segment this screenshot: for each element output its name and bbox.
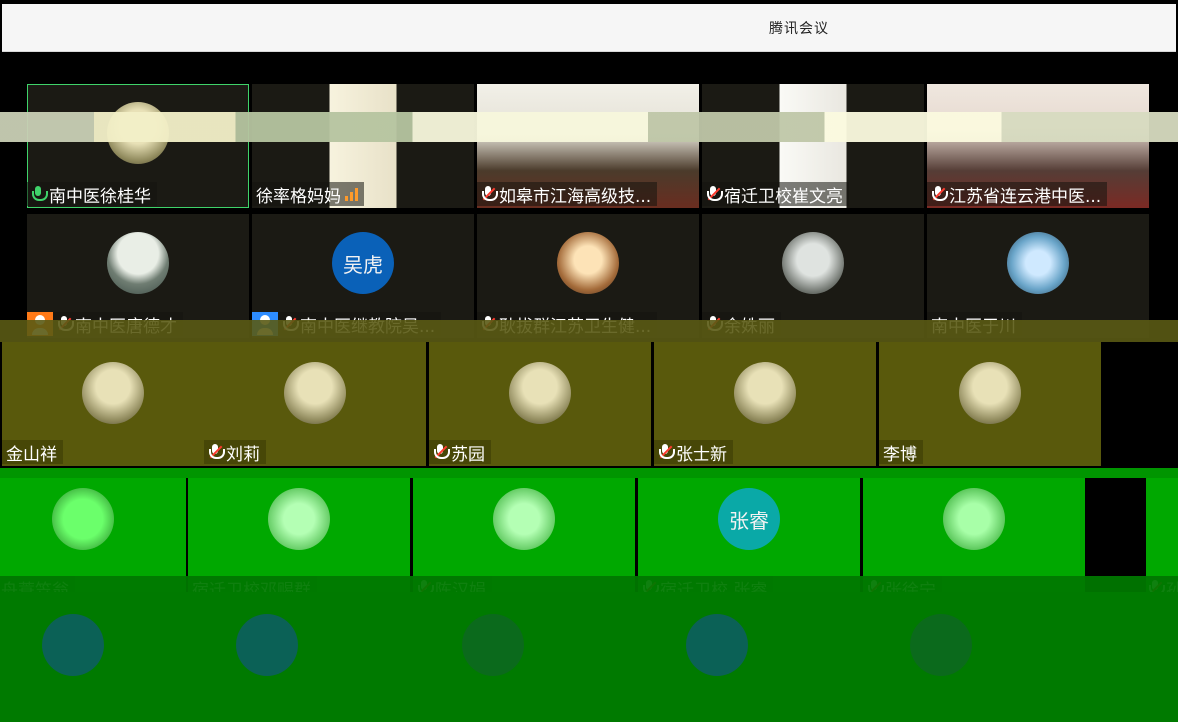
participant-namebar: 耿拔群江苏卫生健... bbox=[477, 312, 658, 337]
microphone-muted-icon bbox=[481, 316, 498, 332]
avatar: 吴虎 bbox=[332, 232, 394, 294]
participant-name: 苏园 bbox=[451, 444, 485, 465]
glitch-band bbox=[0, 468, 1178, 478]
participant-tile[interactable]: 宿迁卫校邓赐群 bbox=[188, 478, 410, 602]
participant-name: 南中医继教院吴... bbox=[300, 316, 436, 337]
participant-tile[interactable]: 如皋市江海高级技... bbox=[477, 84, 699, 208]
avatar bbox=[1007, 232, 1069, 294]
participant-name: 李博 bbox=[883, 444, 917, 465]
participant-tile[interactable]: 余姝丽 bbox=[702, 214, 924, 338]
participant-namebar: 刘莉 bbox=[204, 440, 266, 465]
video-grid: 南中医徐桂华 徐率格妈妈 如皋市江海高级技... 宿迁卫校崔文亮 江苏省连云港中… bbox=[0, 52, 1178, 722]
participant-tile[interactable]: 宿迁卫校崔文亮 bbox=[702, 84, 924, 208]
participant-tile[interactable]: 张睿 宿迁卫校 张睿 bbox=[638, 478, 860, 602]
avatar bbox=[734, 362, 796, 424]
avatar: 张睿 bbox=[718, 488, 780, 550]
participant-tile[interactable]: 吴虎 南中医继教院吴... bbox=[252, 214, 474, 338]
participant-name: 南中医徐桂华 bbox=[49, 186, 151, 207]
participant-tile[interactable]: 张士新 bbox=[654, 342, 876, 466]
participant-name: 江苏省连云港中医... bbox=[949, 186, 1102, 207]
window-titlebar: 腾讯会议 bbox=[2, 4, 1176, 52]
user-icon bbox=[252, 312, 278, 336]
participant-namebar: 李博 bbox=[879, 440, 923, 465]
participant-namebar: 南中医徐桂华 bbox=[27, 182, 157, 207]
participant-namebar: 南中医继教院吴... bbox=[252, 312, 442, 337]
participant-tile[interactable]: 南中医徐桂华 bbox=[27, 84, 249, 208]
avatar bbox=[493, 488, 555, 550]
window-title: 腾讯会议 bbox=[769, 21, 829, 37]
participant-name: 张士新 bbox=[676, 444, 727, 465]
microphone-muted-icon bbox=[706, 316, 723, 332]
signal-strength-icon bbox=[345, 187, 358, 201]
microphone-muted-icon bbox=[57, 316, 74, 332]
participant-name: 如皋市江海高级技... bbox=[499, 186, 652, 207]
participant-tile[interactable]: 张徐宁 bbox=[863, 478, 1085, 602]
microphone-muted-icon bbox=[433, 444, 450, 460]
participant-namebar: 余姝丽 bbox=[702, 312, 781, 337]
participant-name: 耿拔群江苏卫生健... bbox=[499, 316, 652, 337]
avatar bbox=[107, 102, 169, 164]
participant-namebar: 宿迁卫校崔文亮 bbox=[702, 182, 849, 207]
avatar bbox=[42, 614, 104, 676]
avatar bbox=[686, 614, 748, 676]
microphone-muted-icon bbox=[931, 186, 948, 202]
participant-tile[interactable]: 苏园 bbox=[429, 342, 651, 466]
avatar bbox=[462, 614, 524, 676]
participant-name: 刘莉 bbox=[226, 444, 260, 465]
participant-tile[interactable]: 陈汉娟 bbox=[413, 478, 635, 602]
microphone-muted-icon bbox=[658, 444, 675, 460]
participant-tile[interactable]: 孙 bbox=[1146, 478, 1178, 602]
avatar bbox=[959, 362, 1021, 424]
participant-tile[interactable]: 金山祥 bbox=[2, 342, 224, 466]
participant-namebar: 如皋市江海高级技... bbox=[477, 182, 658, 207]
avatar bbox=[509, 362, 571, 424]
participant-namebar: 徐率格妈妈 bbox=[252, 182, 364, 207]
microphone-muted-icon bbox=[282, 316, 299, 332]
qr-avatar bbox=[52, 488, 114, 550]
avatar bbox=[557, 232, 619, 294]
participant-tile[interactable]: 刘莉 bbox=[204, 342, 426, 466]
participant-name: 金山祥 bbox=[6, 444, 57, 465]
participant-tile[interactable]: 耿拔群江苏卫生健... bbox=[477, 214, 699, 338]
avatar bbox=[910, 614, 972, 676]
participant-namebar: 金山祥 bbox=[2, 440, 63, 465]
participant-tile[interactable]: 孤舟蓑笠翁 bbox=[0, 478, 186, 602]
avatar bbox=[268, 488, 330, 550]
participant-namebar: 张士新 bbox=[654, 440, 733, 465]
participant-tile[interactable]: 南中医唐德才 bbox=[27, 214, 249, 338]
participant-tile[interactable]: 徐率格妈妈 bbox=[252, 84, 474, 208]
avatar bbox=[82, 362, 144, 424]
participant-namebar: 江苏省连云港中医... bbox=[927, 182, 1108, 207]
participant-name: 宿迁卫校崔文亮 bbox=[724, 186, 843, 207]
participant-namebar: 南中医唐德才 bbox=[27, 312, 183, 337]
participant-name: 南中医于川 bbox=[931, 316, 1016, 337]
avatar bbox=[782, 232, 844, 294]
avatar bbox=[284, 362, 346, 424]
participant-name: 徐率格妈妈 bbox=[256, 186, 341, 207]
user-icon bbox=[27, 312, 53, 336]
participant-name: 余姝丽 bbox=[724, 316, 775, 337]
participant-name: 南中医唐德才 bbox=[75, 316, 177, 337]
microphone-muted-icon bbox=[706, 186, 723, 202]
avatar bbox=[943, 488, 1005, 550]
participant-tile[interactable]: 南中医于川 bbox=[927, 214, 1149, 338]
participant-namebar: 南中医于川 bbox=[927, 312, 1022, 337]
microphone-icon bbox=[31, 186, 48, 202]
participant-row-obscured bbox=[0, 592, 1178, 722]
avatar bbox=[236, 614, 298, 676]
participant-namebar: 苏园 bbox=[429, 440, 491, 465]
participant-tile[interactable]: 江苏省连云港中医... bbox=[927, 84, 1149, 208]
avatar bbox=[107, 232, 169, 294]
microphone-muted-icon bbox=[481, 186, 498, 202]
participant-tile[interactable]: 李博 bbox=[879, 342, 1101, 466]
microphone-muted-icon bbox=[208, 444, 225, 460]
